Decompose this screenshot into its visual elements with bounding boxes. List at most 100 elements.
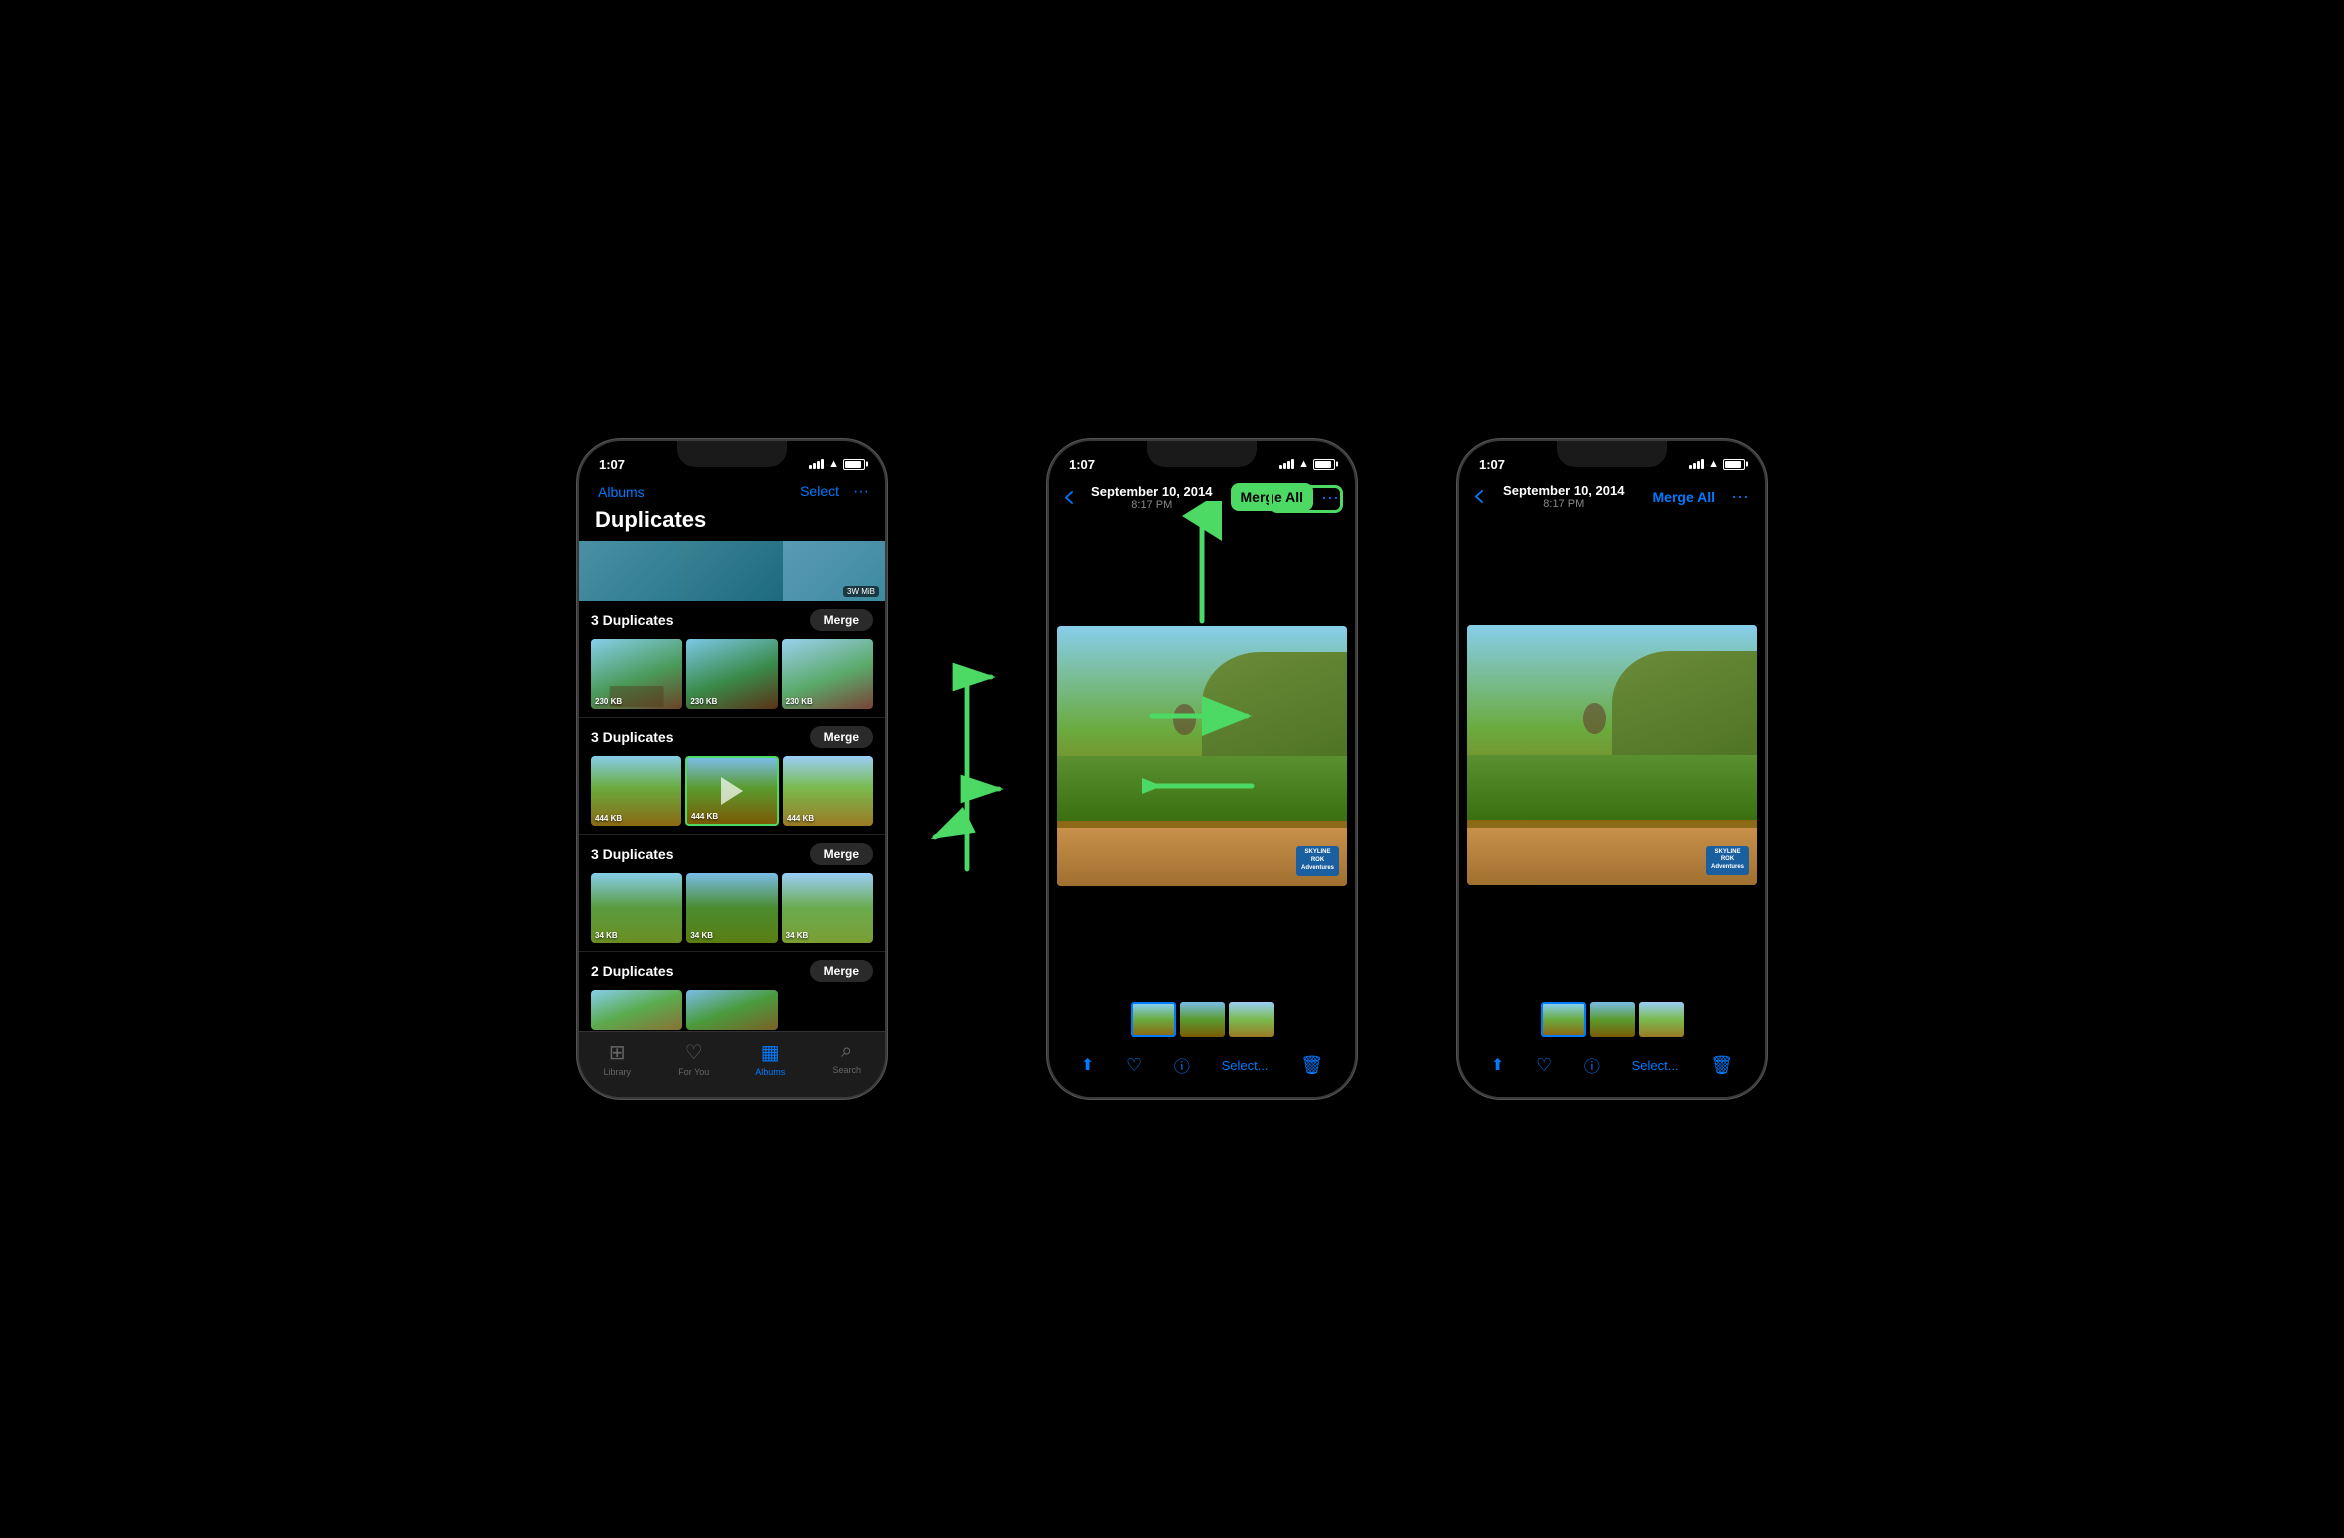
nav-bar-1: Albums Select ··· — [579, 479, 885, 507]
photo-thumb-3-2[interactable]: 34 KB — [686, 873, 777, 943]
battery-icon-2 — [1313, 459, 1335, 470]
nav-actions-2: Merge All ··· — [1231, 483, 1339, 511]
arrow-svg-1-2 — [927, 594, 1007, 944]
battery-icon — [843, 459, 865, 470]
nav-bar-3: September 10, 2014 8:17 PM Merge All ··· — [1459, 479, 1765, 516]
tab-library[interactable]: ⊞ Library — [579, 1040, 656, 1077]
more-button-3[interactable]: ··· — [1731, 486, 1749, 507]
delete-button-2[interactable]: 🗑 — [1300, 1055, 1323, 1076]
time-2: 1:07 — [1069, 457, 1095, 472]
nav-bar-2: September 10, 2014 8:17 PM Merge All ··· — [1049, 479, 1355, 517]
delete-button-3[interactable]: 🗑 — [1710, 1055, 1733, 1076]
heart-button-3[interactable]: ♡ — [1536, 1055, 1552, 1076]
library-label: Library — [603, 1067, 631, 1077]
photo-thumb-1-1[interactable]: 230 KB — [591, 639, 682, 709]
action-bar-3: ⬆ ♡ ⓘ Select... 🗑 — [1459, 1045, 1765, 1097]
wifi-icon-3: ▲ — [1708, 458, 1719, 470]
merge-button-1[interactable]: Merge — [810, 609, 873, 631]
photo-thumb-2-2[interactable]: 444 KB — [685, 756, 779, 826]
dup-count-2: 3 Duplicates — [591, 729, 673, 745]
select-button-1[interactable]: Select — [800, 483, 839, 501]
info-button-2[interactable]: ⓘ — [1174, 1053, 1190, 1077]
photo-thumb-1-3[interactable]: 230 KB — [782, 639, 873, 709]
select-button-3[interactable]: Select... — [1632, 1058, 1679, 1073]
size-label-2-3: 444 KB — [787, 814, 814, 823]
photo-thumb-4-1[interactable] — [591, 990, 682, 1030]
phone-1: 1:07 ▲ — [577, 439, 887, 1099]
dup-group-1: 3 Duplicates Merge 230 KB 230 KB — [579, 601, 885, 718]
status-bar-1: 1:07 ▲ — [579, 441, 885, 479]
merge-button-2[interactable]: Merge — [810, 726, 873, 748]
albums-label: Albums — [755, 1067, 785, 1077]
status-bar-2: 1:07 ▲ — [1049, 441, 1355, 479]
strip-thumb-3-3[interactable] — [1639, 1002, 1684, 1037]
dup-group-3: 3 Duplicates Merge 34 KB 34 KB 34 KB — [579, 835, 885, 952]
thumb-strip-2 — [1049, 994, 1355, 1045]
back-button-2[interactable] — [1065, 491, 1073, 504]
nav-title-2: September 10, 2014 8:17 PM — [1091, 484, 1212, 511]
scene: 1:07 ▲ — [537, 399, 1807, 1139]
nav-time-3: 8:17 PM — [1503, 498, 1624, 510]
signal-icon-2 — [1279, 459, 1294, 469]
more-button-2[interactable]: ··· — [1321, 487, 1339, 508]
search-icon: ⌕ — [841, 1040, 852, 1063]
back-label-1: Albums — [598, 484, 645, 500]
strip-thumb-2-2[interactable] — [1180, 1002, 1225, 1037]
strip-thumb-2-1[interactable] — [1131, 1002, 1176, 1037]
skyline-logo-2: SKYLINEROKAdventures — [1296, 846, 1339, 875]
dup-count-3: 3 Duplicates — [591, 846, 673, 862]
heart-button-2[interactable]: ♡ — [1126, 1055, 1142, 1076]
share-button-3[interactable]: ⬆ — [1491, 1055, 1504, 1075]
photo-thumb-2-1[interactable]: 444 KB — [591, 756, 681, 826]
back-button-3[interactable] — [1475, 490, 1483, 503]
size-label-2-1: 444 KB — [595, 814, 622, 823]
tab-albums[interactable]: ▦ Albums — [732, 1040, 809, 1077]
skyline-logo-3: SKYLINEROKAdventures — [1706, 846, 1749, 875]
dup-count-4: 2 Duplicates — [591, 963, 673, 979]
merge-all-button-2[interactable]: Merge All — [1231, 483, 1314, 511]
strip-thumb-2-3[interactable] — [1229, 1002, 1274, 1037]
phone-content-1: 3W MiB 3 Duplicates Merge 230 KB — [579, 541, 885, 1031]
merge-all-button-3[interactable]: Merge All — [1645, 485, 1724, 509]
more-button-1[interactable]: ··· — [853, 483, 869, 501]
back-button-1[interactable]: Albums — [595, 484, 645, 500]
photo-thumb-2-3[interactable]: 444 KB — [783, 756, 873, 826]
nav-actions-3: Merge All ··· — [1645, 485, 1749, 509]
action-bar-2: ⬆ ♡ ⓘ Select... 🗑 — [1049, 1045, 1355, 1097]
tab-bar-1: ⊞ Library ♡ For You ▦ Albums ⌕ Search — [579, 1031, 885, 1097]
nav-date-3: September 10, 2014 — [1503, 483, 1624, 498]
main-photo-img-3[interactable]: SKYLINEROKAdventures — [1467, 625, 1757, 885]
signal-icon — [809, 459, 824, 469]
nav-date-2: September 10, 2014 — [1091, 484, 1212, 499]
time-1: 1:07 — [599, 457, 625, 472]
photo-thumb-3-3[interactable]: 34 KB — [782, 873, 873, 943]
merge-button-4[interactable]: Merge — [810, 960, 873, 982]
size-label-3-2: 34 KB — [690, 931, 713, 940]
photo-thumb-1-2[interactable]: 230 KB — [686, 639, 777, 709]
size-label-1-2: 230 KB — [690, 697, 717, 706]
tab-foryou[interactable]: ♡ For You — [656, 1040, 733, 1077]
photo-thumb-4-2[interactable] — [686, 990, 777, 1030]
page-title-1: Duplicates — [579, 507, 885, 541]
main-photo-img-2[interactable]: SKYLINEROKAdventures — [1057, 626, 1347, 886]
dup-group-2: 3 Duplicates Merge 444 KB 444 KB — [579, 718, 885, 835]
photo-thumb-3-1[interactable]: 34 KB — [591, 873, 682, 943]
phone-2: 1:07 ▲ — [1047, 439, 1357, 1099]
select-button-2[interactable]: Select... — [1222, 1058, 1269, 1073]
banner-label: 3W MiB — [843, 586, 879, 597]
merge-button-3[interactable]: Merge — [810, 843, 873, 865]
albums-icon: ▦ — [761, 1040, 780, 1065]
tab-search[interactable]: ⌕ Search — [809, 1040, 886, 1077]
strip-thumb-3-1[interactable] — [1541, 1002, 1586, 1037]
strip-thumb-3-2[interactable] — [1590, 1002, 1635, 1037]
status-icons-1: ▲ — [809, 458, 865, 470]
info-button-3[interactable]: ⓘ — [1584, 1053, 1600, 1077]
signal-icon-3 — [1689, 459, 1704, 469]
share-button-2[interactable]: ⬆ — [1081, 1055, 1094, 1075]
top-banner: 3W MiB — [579, 541, 885, 601]
arrows-1-2 — [927, 569, 1007, 969]
status-icons-3: ▲ — [1689, 458, 1745, 470]
dup-group-4: 2 Duplicates Merge — [579, 952, 885, 1031]
size-label-3-1: 34 KB — [595, 931, 618, 940]
wifi-icon: ▲ — [828, 458, 839, 470]
